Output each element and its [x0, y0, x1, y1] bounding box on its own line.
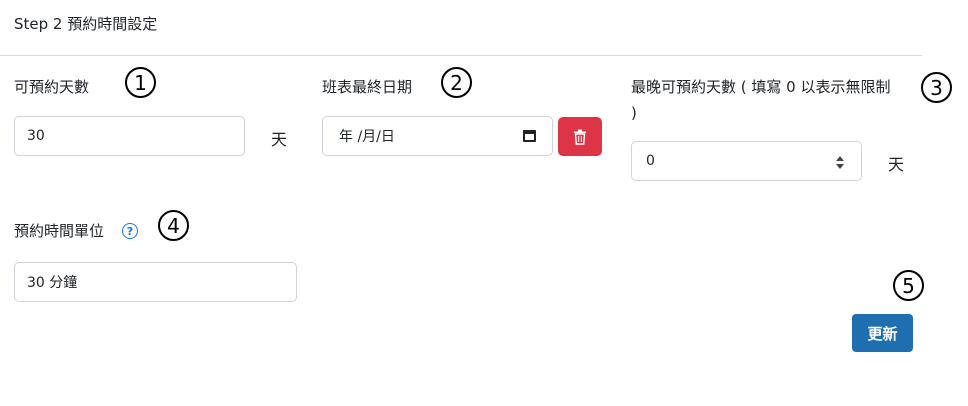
shift-end-date-label: 班表最終日期	[322, 78, 413, 96]
bookable-days-input[interactable]: 30	[14, 116, 245, 156]
calendar-icon[interactable]	[523, 130, 536, 142]
time-unit-select[interactable]: 30 分鐘	[14, 262, 297, 302]
step-title: Step 2 預約時間設定	[14, 15, 158, 33]
marker-1: 1	[125, 67, 156, 98]
help-icon[interactable]: ?	[122, 223, 138, 239]
spinner-icon[interactable]	[834, 152, 846, 172]
marker-5: 5	[893, 270, 924, 301]
latest-bookable-days-unit: 天	[888, 155, 905, 174]
date-placeholder: 年 /月/日	[339, 129, 395, 145]
marker-4: 4	[158, 210, 189, 241]
time-unit-value: 30 分鐘	[27, 275, 78, 291]
bookable-days-value: 30	[27, 128, 45, 144]
spinner-down-icon[interactable]	[836, 163, 844, 169]
shift-end-date-input[interactable]: 年 /月/日	[322, 116, 553, 156]
bookable-days-label: 可預約天數	[14, 78, 90, 96]
marker-2: 2	[441, 67, 472, 98]
trash-icon	[574, 129, 586, 145]
update-button[interactable]: 更新	[852, 314, 913, 352]
marker-3: 3	[921, 72, 952, 103]
section-divider	[0, 55, 922, 56]
latest-bookable-days-value: 0	[646, 153, 655, 169]
latest-bookable-days-input[interactable]: 0	[631, 141, 862, 181]
time-unit-label: 預約時間單位	[14, 222, 105, 240]
latest-bookable-days-label-tail: )	[631, 104, 637, 122]
delete-date-button[interactable]	[558, 117, 602, 156]
spinner-up-icon[interactable]	[836, 155, 844, 161]
latest-bookable-days-label: 最晚可預約天數 ( 填寫 0 以表示無限制	[631, 78, 891, 96]
bookable-days-unit: 天	[271, 130, 288, 149]
